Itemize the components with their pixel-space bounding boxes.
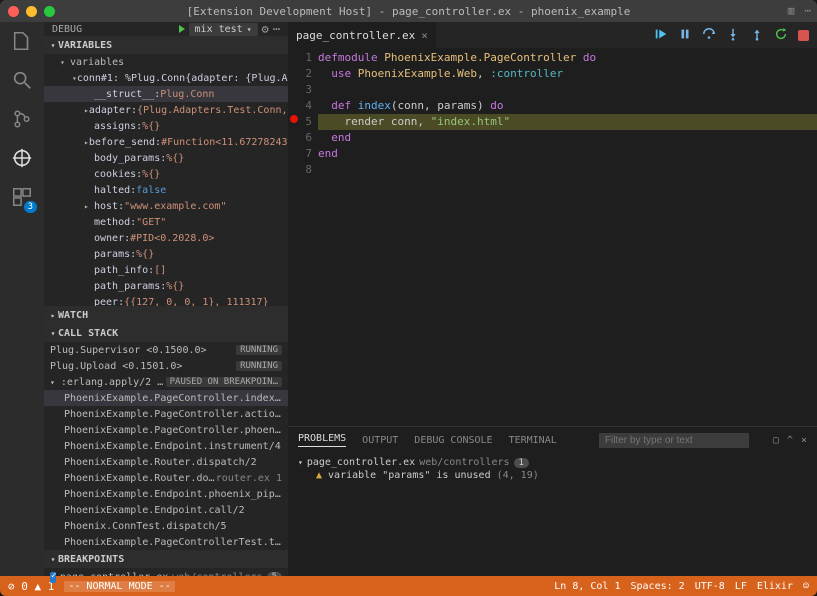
search-icon[interactable] (11, 69, 33, 94)
variables-scope[interactable]: ▾variables (44, 54, 288, 70)
files-icon[interactable] (11, 30, 33, 55)
thread-row[interactable]: ▾ :erlang.apply/2 <0.2028.0>PAUSED ON BR… (44, 374, 288, 390)
warning-icon: ▲ (316, 470, 322, 481)
language-mode[interactable]: Elixir (757, 581, 793, 592)
split-editor-icon[interactable]: ▥ (788, 4, 795, 17)
panel-close-icon[interactable]: × (801, 435, 807, 446)
window-title: [Extension Development Host] - page_cont… (0, 5, 817, 18)
problems-filter-input[interactable] (599, 433, 749, 448)
debug-pause-icon[interactable] (678, 27, 692, 44)
collapse-icon[interactable]: ▢ (773, 435, 779, 446)
breakpoint-checkbox[interactable] (50, 572, 56, 583)
breakpoints-section-header[interactable]: ▾BREAKPOINTS (44, 550, 288, 568)
stack-frame[interactable]: PhoenixExample.Router.dispatch/2 (44, 454, 288, 470)
feedback-icon[interactable]: ☺ (803, 581, 809, 592)
breakpoint-glyph[interactable] (290, 115, 298, 123)
variable-row[interactable]: ▸adapter: {Plug.Adapters.Test.Conn, %{ch… (44, 102, 288, 118)
variable-row[interactable]: path_params: %{} (44, 278, 288, 294)
debug-icon[interactable] (11, 147, 33, 172)
stack-frame[interactable]: PhoenixExample.Router.do_call/2router.ex… (44, 470, 288, 486)
extensions-icon[interactable]: 3 (11, 186, 33, 211)
stack-frame[interactable]: PhoenixExample.Endpoint.phoenix_pipeline… (44, 486, 288, 502)
status-errors[interactable]: ⊘ 0 ▲ 1 (8, 580, 54, 593)
step-over-icon[interactable] (702, 27, 716, 44)
eol[interactable]: LF (735, 581, 747, 592)
thread-row[interactable]: Plug.Supervisor <0.1500.0>RUNNING (44, 342, 288, 358)
variable-row[interactable]: path_info: [] (44, 262, 288, 278)
stack-frame[interactable]: PhoenixExample.PageController.action/2 (44, 406, 288, 422)
panel-tab-output[interactable]: OUTPUT (362, 435, 398, 446)
vim-mode: -- NORMAL MODE -- (64, 581, 174, 592)
panel-tab-problems[interactable]: PROBLEMS (298, 433, 346, 447)
launch-config-select[interactable]: mix test▾ (189, 23, 258, 36)
status-bar: ⊘ 0 ▲ 1 -- NORMAL MODE -- Ln 8, Col 1 Sp… (0, 576, 817, 596)
stack-frame[interactable]: PhoenixExample.PageController.phoenix_co… (44, 422, 288, 438)
variable-row[interactable]: cookies: %{} (44, 166, 288, 182)
variable-row[interactable]: __struct__: Plug.Conn (44, 86, 288, 102)
line-gutter: 12345678 (288, 48, 318, 426)
maximize-window[interactable] (44, 6, 55, 17)
editor-tabs: page_controller.ex × ▥ ⋯ (288, 22, 817, 48)
indentation[interactable]: Spaces: 2 (631, 581, 685, 592)
start-debug-icon[interactable] (179, 25, 185, 33)
variable-row[interactable]: assigns: %{} (44, 118, 288, 134)
titlebar: [Extension Development Host] - page_cont… (0, 0, 817, 22)
panel-tab-debug-console[interactable]: DEBUG CONSOLE (414, 435, 492, 446)
variable-row[interactable]: owner: #PID<0.2028.0> (44, 230, 288, 246)
variable-row[interactable]: params: %{} (44, 246, 288, 262)
editor-body[interactable]: 12345678 defmodule PhoenixExample.PageCo… (288, 48, 817, 426)
stack-frame[interactable]: Phoenix.ConnTest.dispatch/5 (44, 518, 288, 534)
watch-section-header[interactable]: ▸WATCH (44, 306, 288, 324)
problem-item[interactable]: ▲ variable "params" is unused (4, 19) (298, 470, 807, 481)
git-icon[interactable] (11, 108, 33, 133)
extensions-badge: 3 (24, 201, 37, 213)
restart-icon[interactable] (774, 27, 788, 44)
stop-icon[interactable] (798, 30, 809, 41)
variable-row[interactable]: peer: {{127, 0, 0, 1}, 111317} (44, 294, 288, 306)
problem-file-row[interactable]: ▾ page_controller.ex web/controllers 1 (298, 457, 807, 468)
cursor-position[interactable]: Ln 8, Col 1 (554, 581, 620, 592)
close-window[interactable] (8, 6, 19, 17)
editor-tab[interactable]: page_controller.ex × (288, 22, 436, 48)
debug-sidebar: DEBUG mix test▾ ⚙ ⋯ ▾VARIABLES ▾variable… (44, 22, 288, 576)
thread-row[interactable]: Plug.Upload <0.1501.0>RUNNING (44, 358, 288, 374)
callstack-section-header[interactable]: ▾CALL STACK (44, 324, 288, 342)
editor-more-icon[interactable]: ⋯ (804, 4, 811, 17)
panel-tab-terminal[interactable]: TERMINAL (509, 435, 557, 446)
panel-up-icon[interactable]: ^ (787, 435, 793, 446)
debug-continue-icon[interactable] (654, 27, 668, 44)
step-into-icon[interactable] (726, 27, 740, 44)
encoding[interactable]: UTF-8 (695, 581, 725, 592)
minimize-window[interactable] (26, 6, 37, 17)
variable-conn[interactable]: ▾conn#1: %Plug.Conn{adapter: {Plug.Adapt… (44, 70, 288, 86)
variable-row[interactable]: halted: false (44, 182, 288, 198)
debug-more-icon[interactable]: ⋯ (273, 22, 280, 36)
stack-frame[interactable]: PhoenixExample.PageControllerTest.test G… (44, 534, 288, 550)
close-tab-icon[interactable]: × (421, 29, 428, 42)
variable-row[interactable]: body_params: %{} (44, 150, 288, 166)
stack-frame[interactable]: PhoenixExample.Endpoint.instrument/4 (44, 438, 288, 454)
bottom-panel: PROBLEMS OUTPUT DEBUG CONSOLE TERMINAL ▢… (288, 426, 817, 576)
debug-title: DEBUG (52, 24, 82, 35)
step-out-icon[interactable] (750, 27, 764, 44)
stack-frame[interactable]: PhoenixExample.Endpoint.call/2 (44, 502, 288, 518)
activity-bar: 3 (0, 22, 44, 576)
stack-frame[interactable]: PhoenixExample.PageController.index/2 (44, 390, 288, 406)
variables-section-header[interactable]: ▾VARIABLES (44, 36, 288, 54)
variable-row[interactable]: method: "GET" (44, 214, 288, 230)
variable-row[interactable]: ▸before_send: #Function<11.67278243/1 in… (44, 134, 288, 150)
variable-row[interactable]: ▸host: "www.example.com" (44, 198, 288, 214)
debug-settings-icon[interactable]: ⚙ (262, 22, 269, 36)
